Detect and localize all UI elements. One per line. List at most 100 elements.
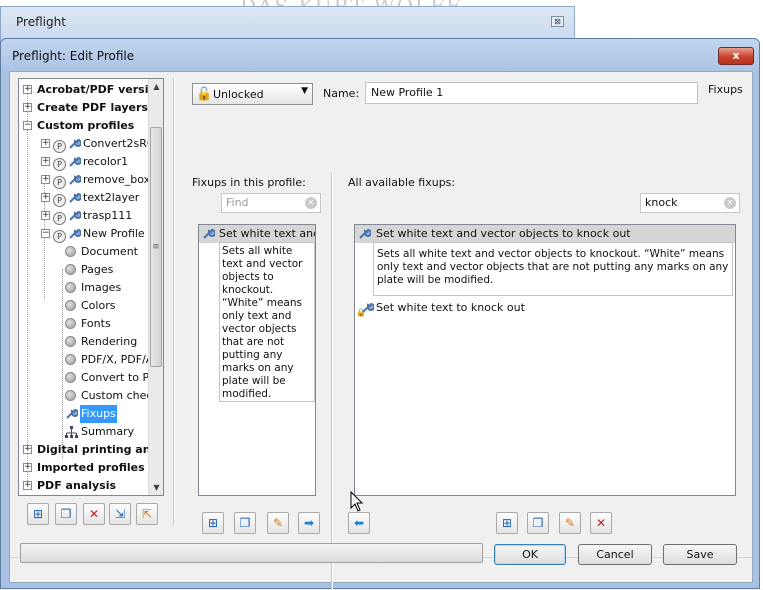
search-available-fixups-input[interactable]: knock ✕ xyxy=(640,193,740,213)
profile-p-icon: P xyxy=(53,155,66,173)
tree-scrollbar[interactable]: ▲ ≡ ▼ xyxy=(148,79,163,495)
move-right-button[interactable]: ➡ xyxy=(298,512,320,534)
new-icon: ⊞ xyxy=(207,516,219,530)
list-item[interactable]: Set white text and vector objects to kno… xyxy=(355,225,735,243)
ok-button[interactable]: OK xyxy=(494,544,566,565)
edit-available-fixup-button[interactable]: ✎ xyxy=(559,512,581,534)
fixup-description: Sets all white text and vector objects t… xyxy=(219,242,315,402)
tree-item-label: Create PDF layers xyxy=(37,101,148,114)
tree-item-label: Document xyxy=(81,245,138,258)
wrench-icon xyxy=(69,174,81,185)
delete-profile-button[interactable]: ✕ xyxy=(83,503,105,525)
move-left-button[interactable]: ⬅ xyxy=(348,512,370,534)
save-button[interactable]: Save xyxy=(663,544,737,565)
add-fixup-button[interactable]: ⊞ xyxy=(202,512,224,534)
delete-icon: ✕ xyxy=(88,507,100,521)
tree-item-label-selected: Fixups xyxy=(80,405,117,423)
delete-fixup-button[interactable]: ✕ xyxy=(590,512,612,534)
edit-profile-dialog: Preflight: Edit Profile x + Acrobat/PDF … xyxy=(0,38,760,590)
background-close-icon[interactable]: ⊠ xyxy=(551,16,564,27)
tree-item-label: Custom profiles xyxy=(37,119,135,132)
tree-item-label: PDF analysis xyxy=(37,479,117,492)
new-profile-button[interactable]: ⊞ xyxy=(27,503,49,525)
dialog-close-button[interactable]: x xyxy=(718,47,754,65)
wrench-icon xyxy=(362,302,374,313)
expand-icon[interactable]: + xyxy=(41,175,50,184)
profile-fixups-list[interactable]: Set white text and vector objects to kno… xyxy=(198,224,316,496)
progress-bar xyxy=(20,543,483,563)
expand-icon[interactable]: + xyxy=(23,103,32,112)
ok-label: OK xyxy=(522,548,538,561)
edit-fixup-button[interactable]: ✎ xyxy=(267,512,289,534)
clear-search-icon[interactable]: ✕ xyxy=(305,197,317,209)
status-dot-icon xyxy=(65,264,76,275)
profile-tree[interactable]: + Acrobat/PDF version + Create PDF layer… xyxy=(18,78,164,496)
vertical-divider xyxy=(331,172,333,590)
expand-icon[interactable]: + xyxy=(41,139,50,148)
chevron-down-icon: ▼ xyxy=(301,86,308,96)
scroll-down-icon[interactable]: ▼ xyxy=(149,480,163,495)
cancel-button[interactable]: Cancel xyxy=(578,544,652,565)
available-fixups-list[interactable]: Set white text and vector objects to kno… xyxy=(354,224,736,496)
collapse-icon[interactable]: − xyxy=(23,121,32,130)
list-item[interactable]: Set white text and vector objects to kno… xyxy=(199,225,315,243)
tree-item-label: Digital printing and online publishing xyxy=(37,443,163,456)
profile-p-icon: P xyxy=(53,227,66,245)
expand-icon[interactable]: + xyxy=(41,211,50,220)
mouse-cursor-icon xyxy=(350,491,364,512)
wrench-icon xyxy=(203,228,215,239)
tree-guide-line xyxy=(62,269,63,459)
profile-p-icon: P xyxy=(53,173,66,191)
wrench-icon xyxy=(69,210,81,221)
import-profile-button[interactable]: ⇲ xyxy=(109,503,131,525)
list-item[interactable]: 🔒 Set white text to knock out xyxy=(355,299,735,317)
name-label: Name: xyxy=(323,87,360,100)
tree-guide-line xyxy=(27,91,28,487)
tree-item-label: Colors xyxy=(81,299,116,312)
expand-icon[interactable]: + xyxy=(23,463,32,472)
tree-item-label: Acrobat/PDF version xyxy=(37,83,164,96)
duplicate-fixup-button[interactable]: ❐ xyxy=(234,512,256,534)
dialog-title: Preflight: Edit Profile xyxy=(12,49,135,63)
unlocked-icon: 🔓 xyxy=(196,87,213,102)
new-fixup-button[interactable]: ⊞ xyxy=(496,512,518,534)
collapse-icon[interactable]: − xyxy=(41,229,50,238)
tree-item-label: PDF/X, PDF/A xyxy=(81,353,154,366)
expand-icon[interactable]: + xyxy=(41,193,50,202)
expand-icon[interactable]: + xyxy=(41,157,50,166)
tree-item-label: Imported profiles xyxy=(37,461,145,474)
wrench-icon xyxy=(69,228,81,239)
export-icon: ⇱ xyxy=(141,507,153,521)
dialog-client-area: + Acrobat/PDF version + Create PDF layer… xyxy=(9,71,753,590)
status-dot-icon xyxy=(65,372,76,383)
tree-item-label: Pages xyxy=(81,263,114,276)
duplicate-profile-button[interactable]: ❐ xyxy=(55,503,77,525)
search-value: knock xyxy=(645,196,678,209)
hierarchy-icon xyxy=(65,426,78,438)
export-profile-button[interactable]: ⇱ xyxy=(136,503,158,525)
profile-p-icon: P xyxy=(53,137,66,155)
fixup-title: Set white text and vector objects to kno… xyxy=(219,227,315,240)
fixup-description: Sets all white text and vector objects t… xyxy=(373,242,733,296)
close-icon: x xyxy=(732,49,740,62)
expand-icon[interactable]: + xyxy=(23,445,32,454)
vertical-divider xyxy=(173,78,175,526)
status-dot-icon xyxy=(65,336,76,347)
profile-name-field[interactable]: New Profile 1 xyxy=(365,82,698,104)
tree-item-label: Images xyxy=(81,281,122,294)
expand-icon[interactable]: + xyxy=(23,481,32,490)
wrench-icon xyxy=(69,138,81,149)
duplicate-available-fixup-button[interactable]: ❐ xyxy=(527,512,549,534)
tree-item-label: New Profile 1 xyxy=(83,227,156,240)
profile-name-value: New Profile 1 xyxy=(371,86,444,99)
expand-icon[interactable]: + xyxy=(23,85,32,94)
find-fixups-input[interactable]: Find ✕ xyxy=(221,193,321,213)
fixups-in-profile-label: Fixups in this profile: xyxy=(192,176,306,189)
wrench-icon xyxy=(69,156,81,167)
duplicate-icon: ❐ xyxy=(239,516,251,530)
clear-search-icon[interactable]: ✕ xyxy=(724,197,736,209)
tree-item-label: trasp111 xyxy=(83,209,133,222)
scroll-up-icon[interactable]: ▲ xyxy=(149,79,163,94)
status-dot-icon xyxy=(65,390,76,401)
lock-state-dropdown[interactable]: 🔓 Unlocked ▼ xyxy=(192,83,313,105)
